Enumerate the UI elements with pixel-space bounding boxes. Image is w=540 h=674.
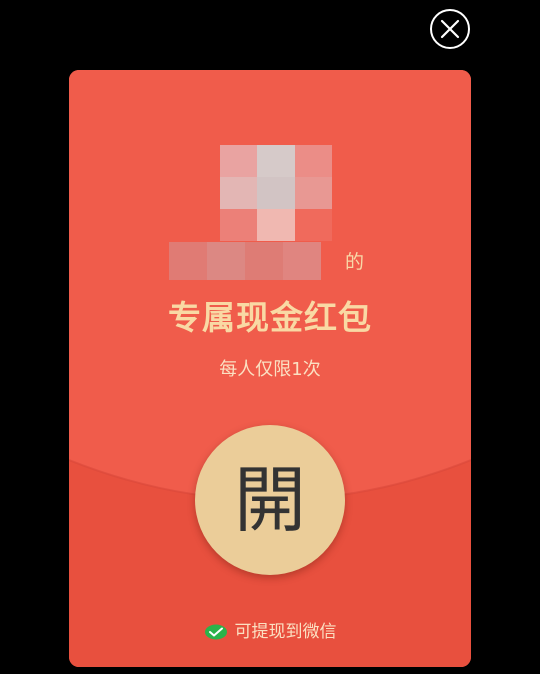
sender-name-blurred — [169, 242, 321, 280]
sender-avatar — [220, 145, 332, 241]
withdraw-hint: 可提现到微信 — [69, 620, 471, 644]
red-packet-screen: 的 专属现金红包 每人仅限1次 開 可提现到微信 — [0, 0, 540, 674]
sender-suffix: 的 — [345, 251, 365, 273]
open-button-label: 開 — [233, 458, 306, 542]
sender-row: 的 — [69, 242, 471, 280]
wechat-pay-icon — [204, 624, 227, 640]
close-icon — [440, 19, 460, 39]
withdraw-hint-text: 可提现到微信 — [234, 622, 337, 642]
open-button[interactable]: 開 — [195, 425, 345, 575]
packet-title: 专属现金红包 — [168, 298, 372, 337]
close-button[interactable] — [430, 9, 470, 49]
red-packet-envelope: 的 专属现金红包 每人仅限1次 開 可提现到微信 — [69, 70, 471, 667]
packet-subtitle: 每人仅限1次 — [219, 359, 321, 380]
